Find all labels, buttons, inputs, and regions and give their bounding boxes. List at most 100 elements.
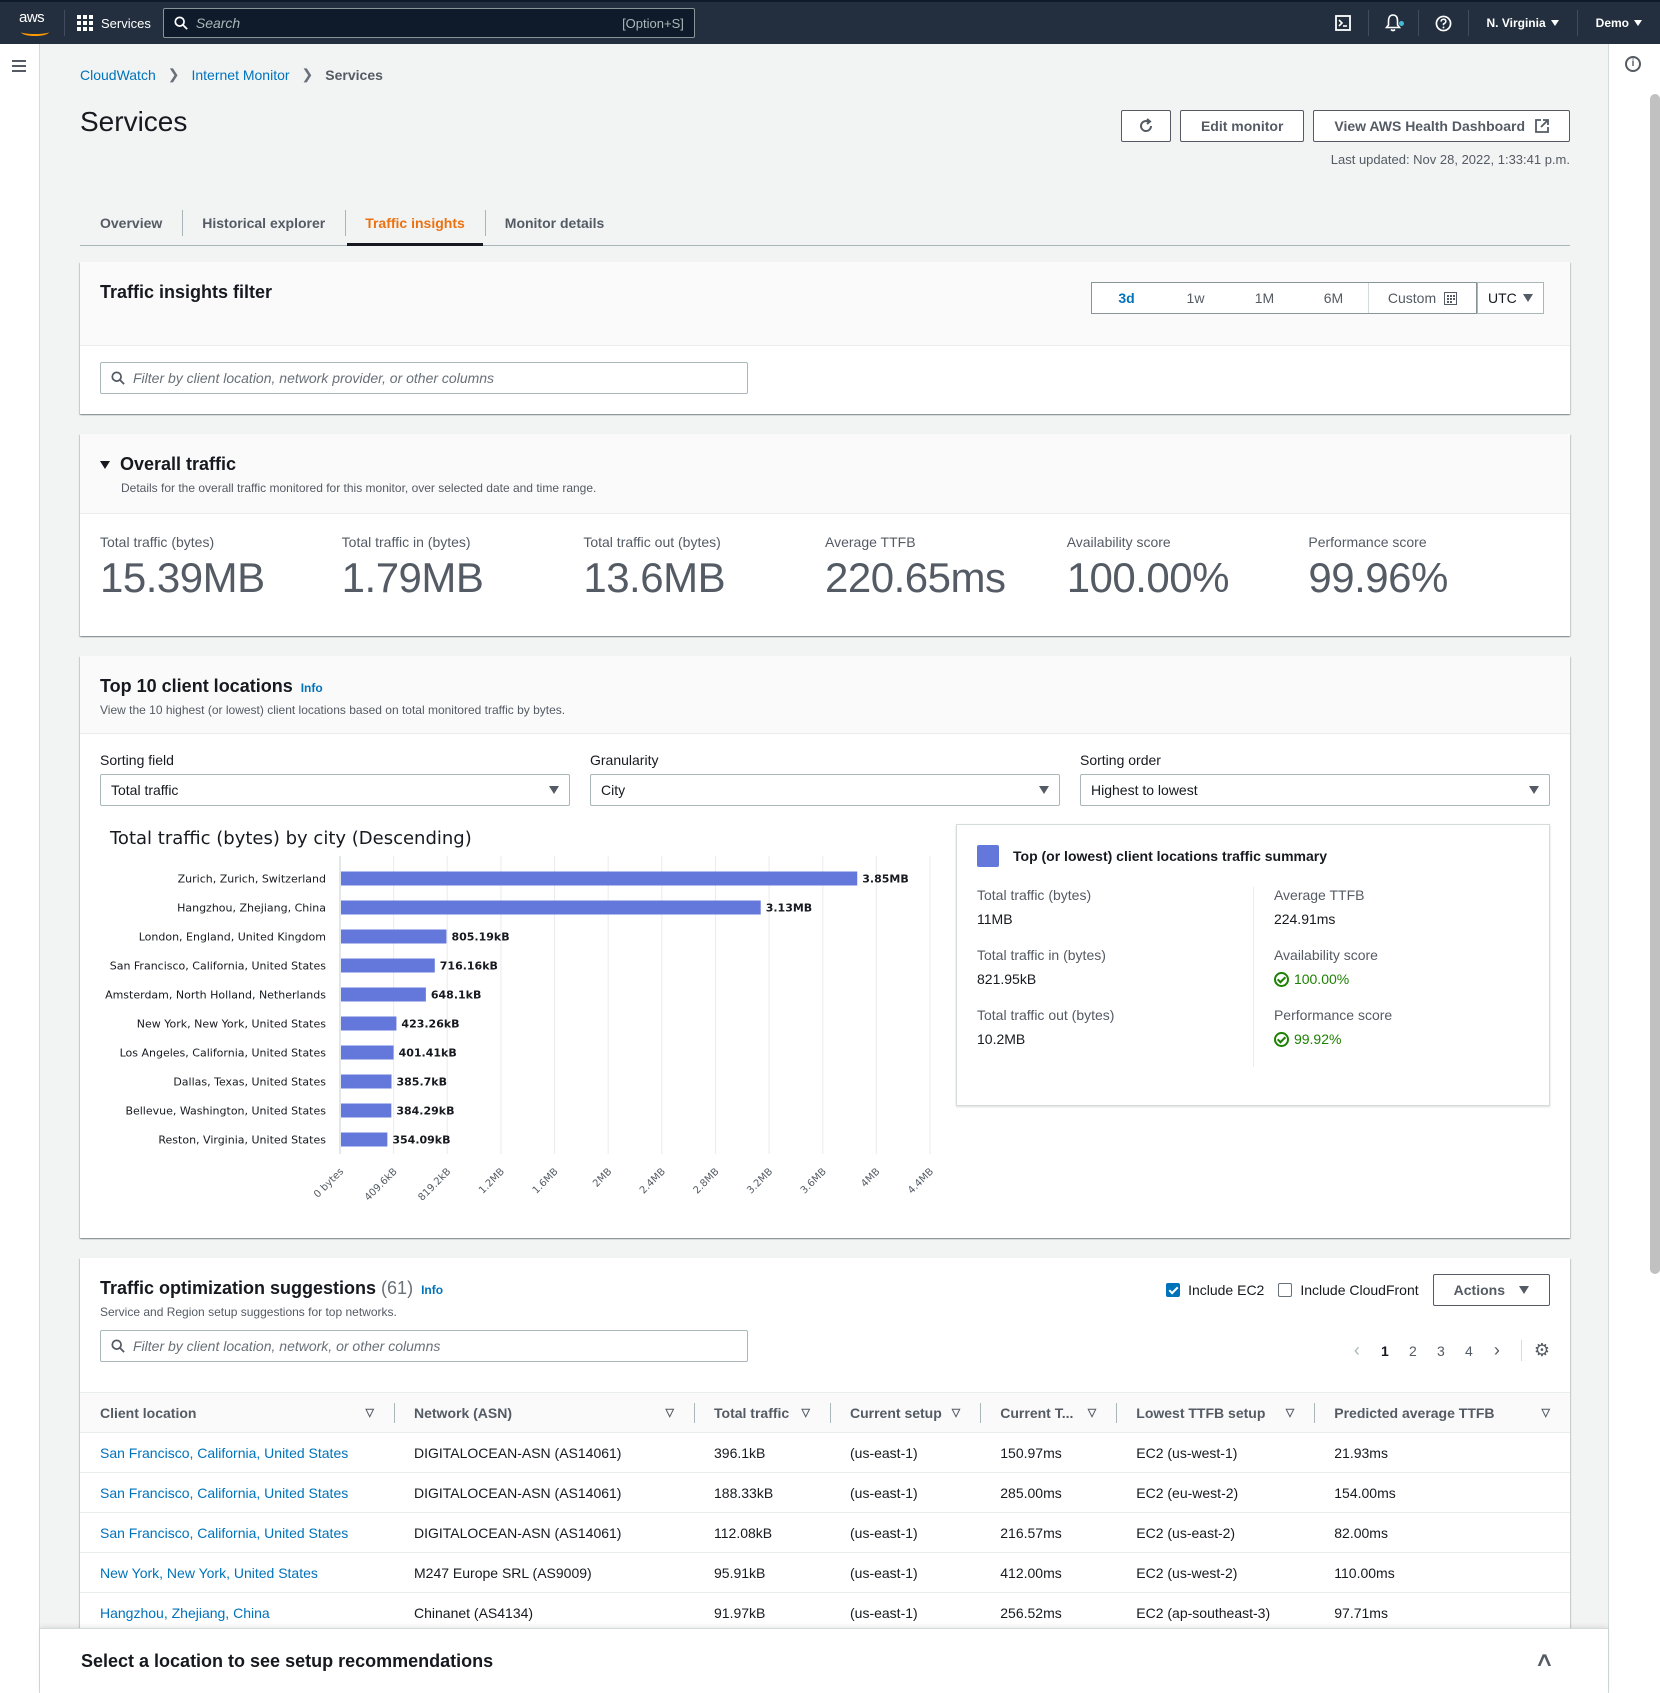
tab-overview[interactable]: Overview (80, 200, 182, 245)
suggestions-filter-input[interactable] (133, 1338, 737, 1354)
column-client-location[interactable]: Client location ▽ (80, 1392, 394, 1433)
column-header-label: Current setup (850, 1404, 942, 1421)
menu-icon[interactable] (12, 60, 26, 75)
notifications-button[interactable] (1367, 10, 1418, 36)
drawer-title: Select a location to see setup recommend… (81, 1651, 494, 1671)
previous-page-icon[interactable]: ‹ (1343, 1340, 1371, 1361)
sort-icon[interactable]: ▽ (366, 1406, 374, 1419)
sort-icon[interactable]: ▽ (666, 1406, 674, 1419)
summary-total-traffic-out: Total traffic out (bytes) 10.2MB (977, 1007, 1253, 1047)
view-health-dashboard-button[interactable]: View AWS Health Dashboard (1313, 110, 1570, 142)
aws-logo[interactable]: aws (18, 8, 52, 38)
services-menu-button[interactable]: Services (77, 15, 151, 31)
page-4[interactable]: 4 (1455, 1343, 1483, 1359)
column-lowest-ttfb-setup[interactable]: Lowest TTFB setup ▽ (1116, 1392, 1315, 1433)
top10-title: Top 10 client locations (100, 676, 293, 696)
metric-label: Total traffic out (bytes) (583, 534, 721, 550)
column-current-ttfb[interactable]: Current T... ▽ (980, 1392, 1117, 1433)
cell-network: Chinanet (AS4134) (394, 1592, 694, 1633)
breadcrumb-cloudwatch[interactable]: CloudWatch (80, 67, 156, 83)
checkbox-checked[interactable] (1166, 1283, 1181, 1297)
chevron-up-icon[interactable]: ∧ (1534, 1647, 1554, 1672)
refresh-button[interactable] (1120, 110, 1171, 142)
client-location-link[interactable]: Hangzhou, Zhejiang, China (100, 1605, 270, 1621)
tab-monitor-details[interactable]: Monitor details (484, 200, 625, 245)
suggestions-filter-field[interactable] (100, 1330, 748, 1362)
services-label: Services (101, 15, 151, 31)
granularity-select[interactable]: City (590, 774, 1060, 806)
aws-smile-icon (21, 28, 49, 36)
table-row: San Francisco, California, United States… (80, 1432, 1570, 1473)
client-location-link[interactable]: San Francisco, California, United States (100, 1525, 348, 1541)
summary-label: Total traffic (bytes) (977, 887, 1092, 903)
metric-value: 100.00% (1066, 554, 1230, 601)
tab-traffic-insights[interactable]: Traffic insights (345, 200, 485, 246)
column-predicted-average-ttfb[interactable]: Predicted average TTFB ▽ (1314, 1392, 1570, 1433)
page-3[interactable]: 3 (1427, 1343, 1455, 1359)
info-icon[interactable]: i (1625, 56, 1641, 72)
range-1m[interactable]: 1M (1230, 283, 1299, 313)
y-category-label: New York, New York, United States (137, 1018, 326, 1031)
range-3d[interactable]: 3d (1092, 283, 1161, 313)
x-tick-label: 409.6kB (363, 1166, 400, 1203)
metric-total-traffic-in: Total traffic in (bytes) 1.79MB (342, 534, 584, 602)
info-link[interactable]: Info (421, 1283, 443, 1297)
cell-network: M247 Europe SRL (AS9009) (394, 1552, 694, 1593)
sort-icon[interactable]: ▽ (1542, 1406, 1550, 1419)
client-location-link[interactable]: San Francisco, California, United States (100, 1445, 348, 1461)
tools-rail: i (1608, 44, 1660, 1693)
caret-down-icon (1039, 786, 1049, 794)
timezone-select[interactable]: UTC (1477, 282, 1544, 314)
sort-icon[interactable]: ▽ (1286, 1406, 1294, 1419)
cell-current-setup: (us-east-1) (830, 1592, 981, 1633)
global-search[interactable]: [Option+S] (162, 8, 695, 38)
traffic-optimization-panel: Traffic optimization suggestions (61) Inf… (80, 1258, 1570, 1678)
include-cloudfront-checkbox[interactable]: Include CloudFront (1278, 1282, 1419, 1298)
collapse-caret-icon[interactable] (100, 461, 110, 470)
tab-bar: Overview Historical explorer Traffic ins… (80, 200, 1570, 246)
settings-gear-icon[interactable]: ⚙ (1520, 1340, 1550, 1361)
page-1[interactable]: 1 (1371, 1343, 1399, 1359)
checkbox-unchecked[interactable] (1278, 1283, 1293, 1297)
actions-dropdown-button[interactable]: Actions (1432, 1274, 1550, 1306)
region-selector[interactable]: N. Virginia (1467, 10, 1577, 36)
include-ec2-checkbox[interactable]: Include EC2 (1166, 1282, 1264, 1298)
traffic-filter-field[interactable] (100, 362, 748, 394)
summary-label: Total traffic in (bytes) (977, 947, 1106, 963)
page-scrollbar[interactable] (1650, 94, 1660, 1274)
legend-swatch (977, 845, 999, 867)
edit-monitor-label: Edit monitor (1200, 118, 1284, 134)
sorting-field-select[interactable]: Total traffic (100, 774, 570, 806)
sort-icon[interactable]: ▽ (1088, 1406, 1096, 1419)
client-location-link[interactable]: San Francisco, California, United States (100, 1485, 348, 1501)
edit-monitor-button[interactable]: Edit monitor (1179, 110, 1305, 142)
y-category-label: Reston, Virginia, United States (158, 1134, 326, 1147)
page-2[interactable]: 2 (1399, 1343, 1427, 1359)
sort-icon[interactable]: ▽ (802, 1406, 810, 1419)
range-1w[interactable]: 1w (1161, 283, 1230, 313)
range-custom[interactable]: Custom (1368, 283, 1476, 313)
cell-network: DIGITALOCEAN-ASN (AS14061) (394, 1512, 694, 1553)
sorting-order-select[interactable]: Highest to lowest (1080, 774, 1550, 806)
column-current-setup[interactable]: Current setup ▽ (830, 1392, 981, 1433)
column-total-traffic[interactable]: Total traffic ▽ (694, 1392, 830, 1433)
help-button[interactable] (1417, 10, 1468, 36)
client-location-link[interactable]: New York, New York, United States (100, 1565, 318, 1581)
cell-lowest-ttfb-setup: EC2 (eu-west-2) (1116, 1472, 1315, 1513)
global-search-input[interactable] (195, 15, 623, 31)
account-menu[interactable]: Demo (1576, 10, 1660, 36)
sorting-field-value: Total traffic (111, 782, 179, 798)
metric-average-ttfb: Average TTFB 220.65ms (825, 534, 1067, 602)
y-category-label: Amsterdam, North Holland, Netherlands (105, 989, 326, 1002)
tab-historical-explorer[interactable]: Historical explorer (182, 200, 345, 245)
breadcrumb-internet-monitor[interactable]: Internet Monitor (191, 67, 289, 83)
summary-availability-score: Availability score 100.00% (1273, 947, 1529, 987)
next-page-icon[interactable]: › (1483, 1340, 1511, 1361)
traffic-filter-input[interactable] (133, 370, 737, 386)
status-success-icon (1273, 971, 1289, 987)
sort-icon[interactable]: ▽ (952, 1406, 960, 1419)
range-6m[interactable]: 6M (1299, 283, 1368, 313)
cloudshell-button[interactable] (1318, 2, 1368, 44)
info-link[interactable]: Info (301, 681, 323, 695)
column-network-asn[interactable]: Network (ASN) ▽ (394, 1392, 694, 1433)
